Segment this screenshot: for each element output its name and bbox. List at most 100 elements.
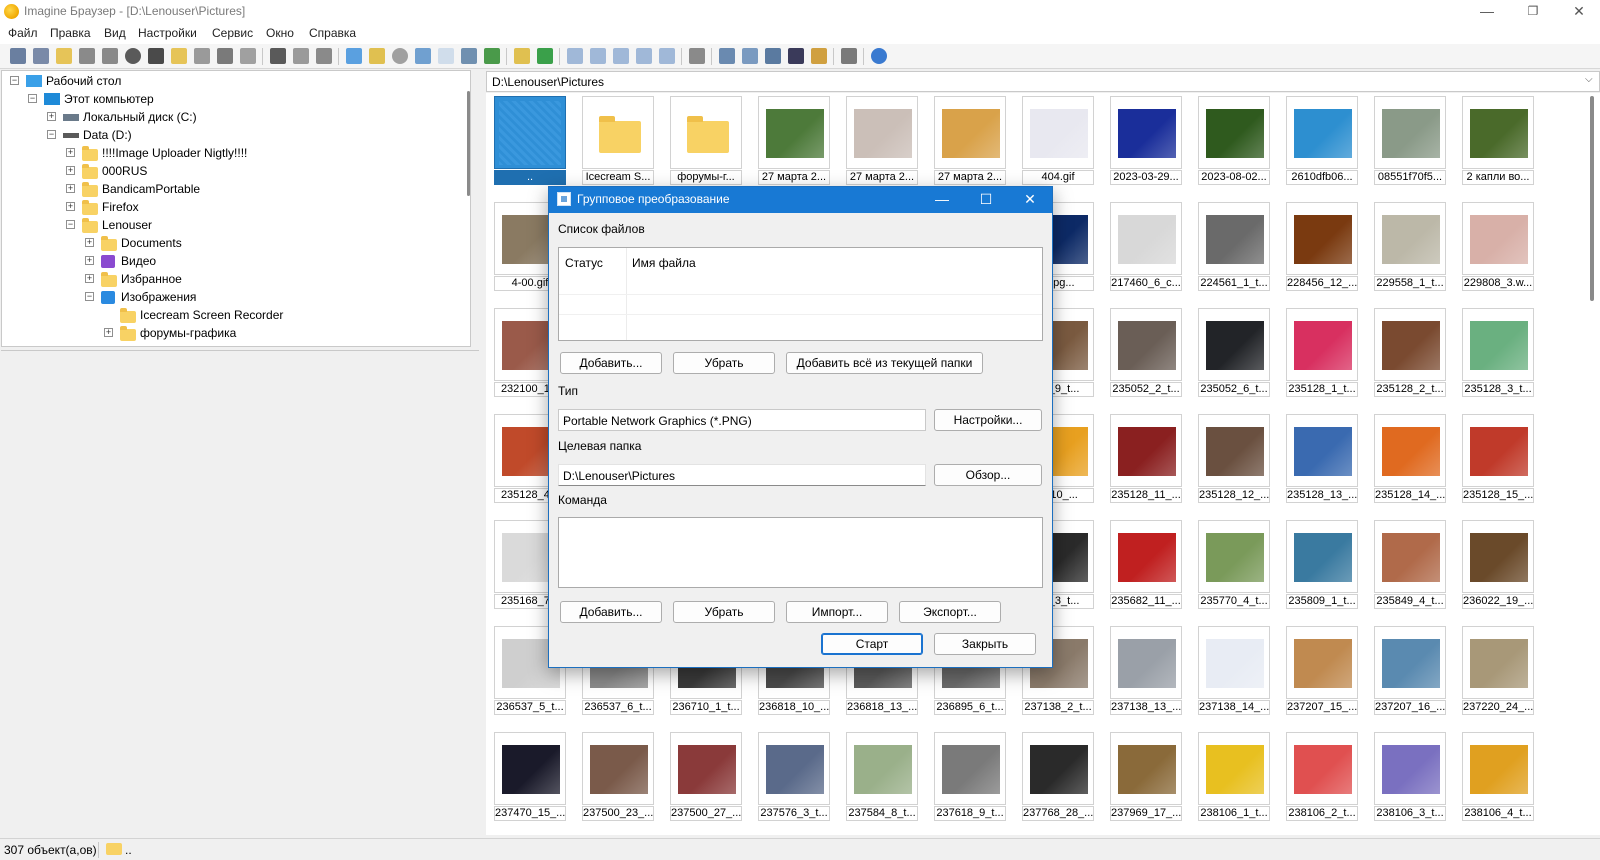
image-thumbnail[interactable]: 237470_15_...: [494, 732, 566, 822]
image-thumbnail[interactable]: 235128_15_...: [1462, 414, 1534, 504]
image-thumbnail[interactable]: 2 капли во...: [1462, 96, 1534, 186]
cut-icon[interactable]: [270, 48, 286, 64]
folders-pane-icon[interactable]: [369, 48, 385, 64]
image-thumbnail[interactable]: 27 марта 2...: [934, 96, 1006, 186]
image-thumbnail[interactable]: 217460_6_c...: [1110, 202, 1182, 292]
expand-icon[interactable]: +: [104, 328, 113, 337]
new-folder-icon[interactable]: [171, 48, 187, 64]
path-dropdown-icon[interactable]: ⌵: [1585, 74, 1593, 85]
image-thumbnail[interactable]: 404.gif: [1022, 96, 1094, 186]
image-thumbnail[interactable]: 235128_11_...: [1110, 414, 1182, 504]
collapse-icon[interactable]: −: [85, 292, 94, 301]
image-thumbnail[interactable]: 237138_13_...: [1110, 626, 1182, 716]
image-thumbnail[interactable]: 235128_2_t...: [1374, 308, 1446, 398]
close-icon[interactable]: ✕: [1556, 0, 1600, 24]
batch-rename-icon[interactable]: [742, 48, 758, 64]
screen-capture-icon[interactable]: [788, 48, 804, 64]
image-thumbnail[interactable]: 238106_2_t...: [1286, 732, 1358, 822]
image-icon[interactable]: [484, 48, 500, 64]
image-thumbnail[interactable]: 235128_14_...: [1374, 414, 1446, 504]
image-thumbnail[interactable]: 237207_16_...: [1374, 626, 1446, 716]
image-thumbnail[interactable]: 229808_3.w...: [1462, 202, 1534, 292]
rename-icon[interactable]: [194, 48, 210, 64]
folder-thumbnail[interactable]: форумы-г...: [670, 96, 742, 186]
menu-settings[interactable]: Настройки: [138, 26, 197, 40]
dialog-maximize-icon[interactable]: ☐: [964, 187, 1008, 213]
slideshow-icon[interactable]: [33, 48, 49, 64]
expand-icon[interactable]: +: [85, 238, 94, 247]
file-list[interactable]: Статус Имя файла: [558, 247, 1043, 341]
properties-icon[interactable]: [240, 48, 256, 64]
image-thumbnail[interactable]: 235809_1_t...: [1286, 520, 1358, 610]
paste-icon[interactable]: [316, 48, 332, 64]
batch-convert-icon[interactable]: [719, 48, 735, 64]
menu-file[interactable]: Файл: [8, 26, 38, 40]
image-thumbnail[interactable]: 235128_3_t...: [1462, 308, 1534, 398]
image-thumbnail[interactable]: 235052_6_t...: [1198, 308, 1270, 398]
image-thumbnail[interactable]: 2610dfb06...: [1286, 96, 1358, 186]
up-folder-icon[interactable]: [514, 48, 530, 64]
edit-icon[interactable]: [841, 48, 857, 64]
image-thumbnail[interactable]: 238106_3_t...: [1374, 732, 1446, 822]
menu-help[interactable]: Справка: [309, 26, 356, 40]
image-thumbnail[interactable]: 08551f70f5...: [1374, 96, 1446, 186]
import-button[interactable]: Импорт...: [786, 601, 888, 623]
compare-icon[interactable]: [765, 48, 781, 64]
image-thumbnail[interactable]: 27 марта 2...: [846, 96, 918, 186]
close-dialog-button[interactable]: Закрыть: [934, 633, 1036, 655]
details-icon[interactable]: [636, 48, 652, 64]
image-thumbnail[interactable]: 235128_12_...: [1198, 414, 1270, 504]
expand-icon[interactable]: +: [85, 256, 94, 265]
image-thumbnail[interactable]: 27 марта 2...: [758, 96, 830, 186]
refresh-icon[interactable]: [537, 48, 553, 64]
expand-icon[interactable]: +: [66, 166, 75, 175]
settings-button[interactable]: Настройки...: [934, 409, 1042, 431]
menu-window[interactable]: Окно: [266, 26, 294, 40]
menu-service[interactable]: Сервис: [212, 26, 253, 40]
image-thumbnail[interactable]: 237500_23_...: [582, 732, 654, 822]
grid-scrollbar[interactable]: [1590, 96, 1594, 301]
image-thumbnail[interactable]: 237207_15_...: [1286, 626, 1358, 716]
expand-icon[interactable]: +: [85, 274, 94, 283]
target-folder-input[interactable]: D:\Lenouser\Pictures: [558, 464, 926, 486]
capture-icon[interactable]: [148, 48, 164, 64]
collapse-icon[interactable]: −: [66, 220, 75, 229]
collapse-icon[interactable]: −: [10, 76, 19, 85]
contact-sheet-icon[interactable]: [811, 48, 827, 64]
expand-icon[interactable]: +: [66, 148, 75, 157]
image-thumbnail[interactable]: 238106_1_t...: [1198, 732, 1270, 822]
help-icon[interactable]: [871, 48, 887, 64]
large-icons-icon[interactable]: [567, 48, 583, 64]
image-thumbnail[interactable]: 237969_17_...: [1110, 732, 1182, 822]
command-list[interactable]: [558, 517, 1043, 588]
image-thumbnail[interactable]: 237576_3_t...: [758, 732, 830, 822]
browse-button[interactable]: Обзор...: [934, 464, 1042, 486]
parent-folder-thumbnail[interactable]: ..: [494, 96, 566, 186]
tools-icon[interactable]: [689, 48, 705, 64]
image-thumbnail[interactable]: 229558_1_t...: [1374, 202, 1446, 292]
view-icon[interactable]: [10, 48, 26, 64]
scan-icon[interactable]: [125, 48, 141, 64]
preview-pane-icon[interactable]: [346, 48, 362, 64]
image-thumbnail[interactable]: 235682_11_...: [1110, 520, 1182, 610]
menu-edit[interactable]: Правка: [50, 26, 91, 40]
tiles-icon[interactable]: [659, 48, 675, 64]
path-bar[interactable]: D:\Lenouser\Pictures: [486, 71, 1600, 92]
add-files-button[interactable]: Добавить...: [560, 352, 662, 374]
print-icon[interactable]: [102, 48, 118, 64]
type-select[interactable]: Portable Network Graphics (*.PNG) ⌄: [558, 409, 926, 431]
image-thumbnail[interactable]: 238106_4_t...: [1462, 732, 1534, 822]
folder-thumbnail[interactable]: Icecream S...: [582, 96, 654, 186]
image-thumbnail[interactable]: 237768_28_...: [1022, 732, 1094, 822]
image-thumbnail[interactable]: 2023-03-29...: [1110, 96, 1182, 186]
image-thumbnail[interactable]: 235128_1_t...: [1286, 308, 1358, 398]
remove-command-button[interactable]: Убрать: [673, 601, 775, 623]
image-thumbnail[interactable]: 237618_9_t...: [934, 732, 1006, 822]
copy-icon[interactable]: [293, 48, 309, 64]
image-thumbnail[interactable]: 237138_14_...: [1198, 626, 1270, 716]
image-thumbnail[interactable]: 228456_12_...: [1286, 202, 1358, 292]
collapse-icon[interactable]: −: [47, 130, 56, 139]
grid-icon[interactable]: [438, 48, 454, 64]
export-button[interactable]: Экспорт...: [899, 601, 1001, 623]
image-thumbnail[interactable]: 235849_4_t...: [1374, 520, 1446, 610]
